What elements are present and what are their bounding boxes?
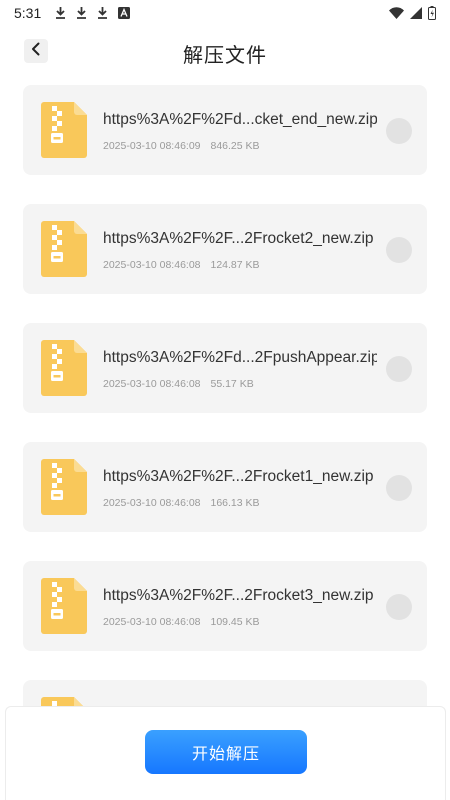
list-item[interactable]: https%3A%2F%2Fd...cket_end_new.zip 2025-… (23, 85, 427, 175)
file-meta: 2025-03-10 08:46:09 846.25 KB (103, 140, 377, 152)
file-date: 2025-03-10 08:46:08 (103, 378, 201, 390)
zip-file-icon (41, 221, 87, 277)
file-info: https%3A%2F%2F...2Frocket2_new.zip 2025-… (103, 230, 377, 271)
list-item[interactable]: https%3A%2F%2F...2Frocket2_new.zip 2025-… (23, 204, 427, 294)
file-info: https%3A%2F%2Fd...2FpushAppear.zip 2025-… (103, 349, 377, 390)
list-item[interactable]: https%3A%2F%2Fd...2FpushAppear.zip 2025-… (23, 323, 427, 413)
zip-file-icon (41, 102, 87, 158)
file-name: https%3A%2F%2Fd...cket_end_new.zip (103, 111, 377, 128)
file-meta: 2025-03-10 08:46:08 166.13 KB (103, 497, 377, 509)
file-meta: 2025-03-10 08:46:08 55.17 KB (103, 378, 377, 390)
header: 解压文件 (0, 30, 450, 76)
file-date: 2025-03-10 08:46:09 (103, 140, 201, 152)
a-icon (118, 7, 131, 19)
signal-icon (410, 7, 422, 19)
file-size: 846.25 KB (210, 140, 260, 152)
select-radio[interactable] (386, 237, 412, 263)
start-extract-button[interactable]: 开始解压 (145, 730, 307, 774)
file-info: https%3A%2F%2Fd...cket_end_new.zip 2025-… (103, 111, 377, 152)
zip-file-icon (41, 578, 87, 634)
list-item[interactable]: https%3A%2F%2F...2Frocket1_new.zip 2025-… (23, 442, 427, 532)
bottom-action-bar: 开始解压 (5, 706, 446, 800)
page-title: 解压文件 (183, 44, 267, 67)
zip-file-icon (41, 340, 87, 396)
extract-files-screen: 5:31 解压文件 https%3A%2F%2Fd...cket_end_new… (0, 0, 450, 800)
file-info: https%3A%2F%2F...2Frocket1_new.zip 2025-… (103, 468, 377, 509)
select-radio[interactable] (386, 118, 412, 144)
back-button[interactable] (24, 39, 48, 63)
status-bar: 5:31 (0, 0, 450, 26)
file-size: 55.17 KB (210, 378, 254, 390)
file-size: 124.87 KB (210, 259, 260, 271)
file-size: 166.13 KB (210, 497, 260, 509)
zip-file-icon (41, 459, 87, 515)
file-name: https%3A%2F%2F...2Frocket3_new.zip (103, 587, 374, 604)
status-time: 5:31 (14, 5, 42, 21)
file-name: https%3A%2F%2Fd...2FpushAppear.zip (103, 349, 377, 366)
download-icon (55, 7, 66, 19)
download-icon (76, 7, 87, 19)
file-date: 2025-03-10 08:46:08 (103, 497, 201, 509)
download-icon (97, 7, 108, 19)
file-date: 2025-03-10 08:46:08 (103, 259, 201, 271)
chevron-left-icon (30, 42, 42, 61)
list-item[interactable]: https%3A%2F%2F...2Frocket3_new.zip 2025-… (23, 561, 427, 651)
file-list: https%3A%2F%2Fd...cket_end_new.zip 2025-… (23, 85, 427, 799)
file-date: 2025-03-10 08:46:08 (103, 616, 201, 628)
file-name: https%3A%2F%2F...2Frocket1_new.zip (103, 468, 374, 485)
file-name: https%3A%2F%2F...2Frocket2_new.zip (103, 230, 374, 247)
file-info: https%3A%2F%2F...2Frocket3_new.zip 2025-… (103, 587, 377, 628)
select-radio[interactable] (386, 356, 412, 382)
system-icons (389, 6, 436, 20)
file-meta: 2025-03-10 08:46:08 109.45 KB (103, 616, 377, 628)
notification-icons (55, 7, 131, 19)
file-size: 109.45 KB (210, 616, 260, 628)
battery-icon (428, 6, 436, 20)
select-radio[interactable] (386, 594, 412, 620)
select-radio[interactable] (386, 475, 412, 501)
wifi-icon (389, 7, 404, 19)
file-meta: 2025-03-10 08:46:08 124.87 KB (103, 259, 377, 271)
